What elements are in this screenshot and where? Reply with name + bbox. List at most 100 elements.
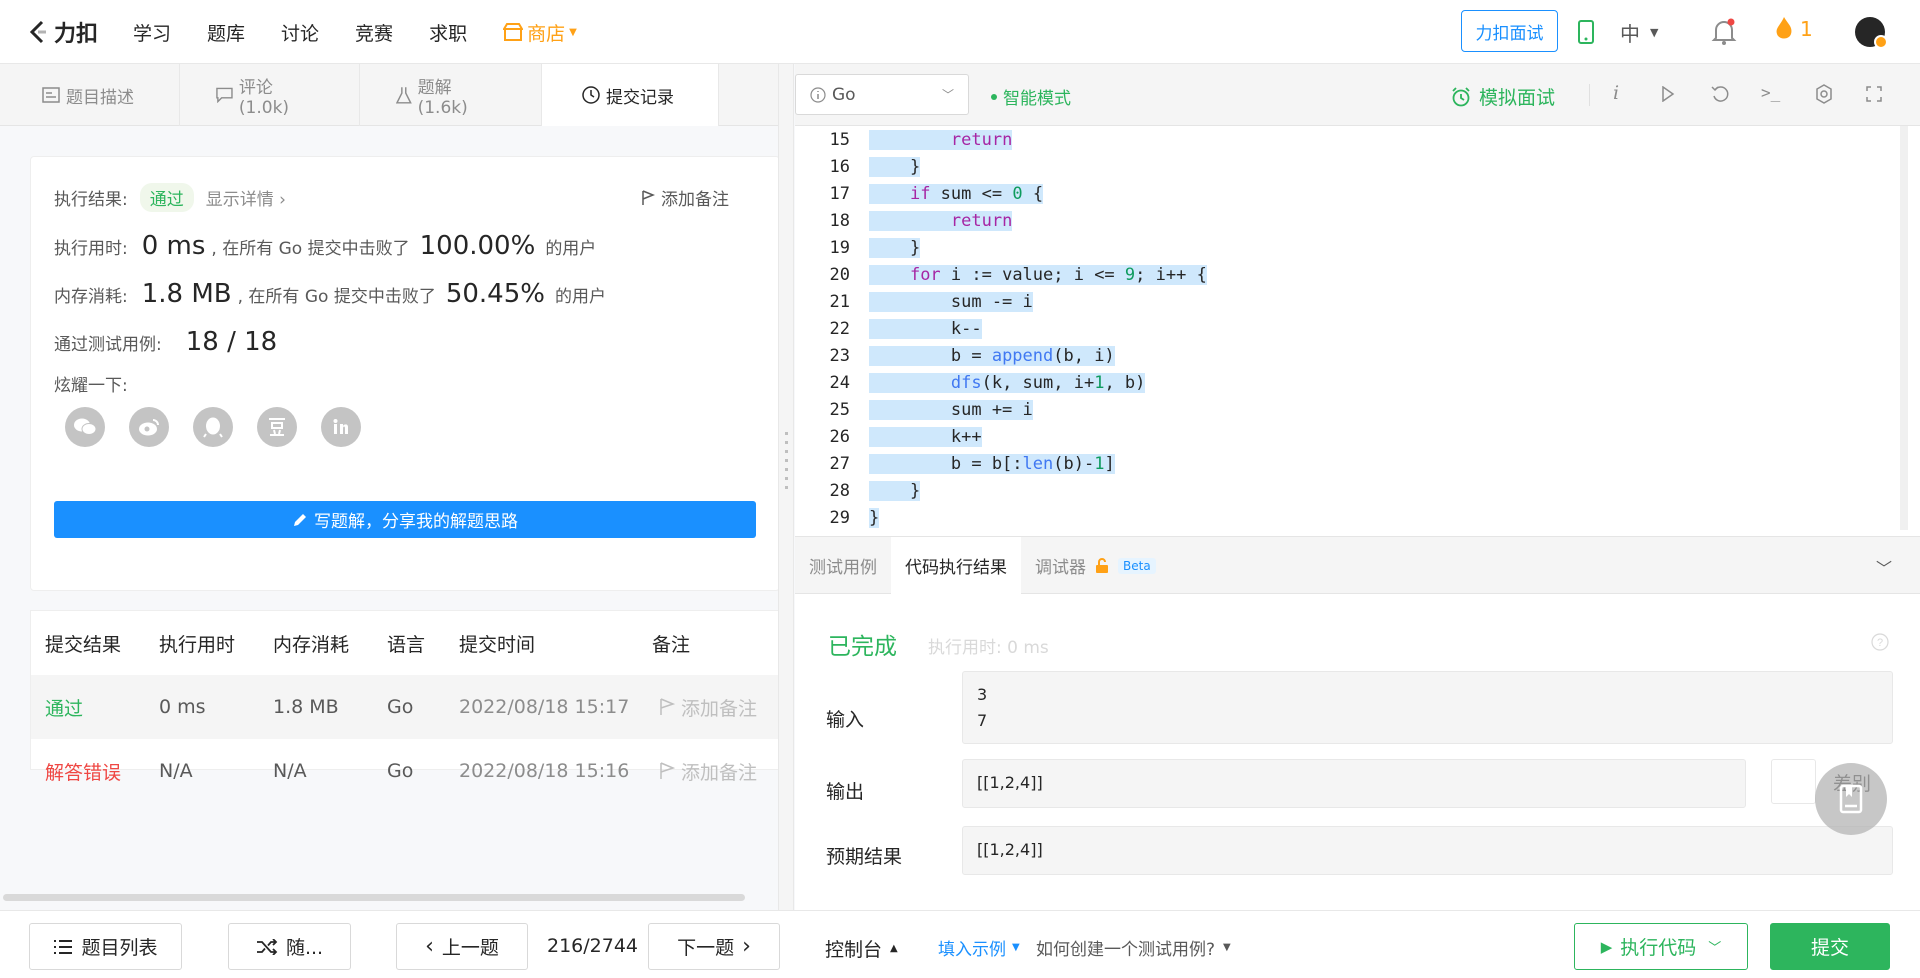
row-add-note[interactable]: 添加备注	[659, 758, 757, 785]
terminal-icon[interactable]: >_	[1761, 83, 1780, 102]
how-to-create-testcase[interactable]: 如何创建一个测试用例? ▼	[1036, 935, 1231, 960]
logo[interactable]: 力扣	[28, 16, 98, 48]
smart-mode-toggle[interactable]: 智能模式	[991, 84, 1071, 109]
qq-icon[interactable]	[193, 407, 233, 447]
nav-contest[interactable]: 竞赛	[355, 19, 393, 46]
submissions-table: 提交结果 执行用时 内存消耗 语言 提交时间 备注 通过 0 ms 1.8 MB…	[30, 610, 781, 784]
settings-icon[interactable]	[1814, 84, 1834, 104]
write-solution-label: 写题解，分享我的解题思路	[314, 512, 518, 532]
code-text: }	[869, 237, 921, 258]
nav-problemset[interactable]: 题库	[207, 19, 245, 46]
douban-icon[interactable]	[257, 407, 297, 447]
reset-icon[interactable]	[1711, 85, 1729, 103]
time-users: 的用户	[545, 239, 597, 259]
avatar[interactable]	[1855, 17, 1888, 49]
code-text: }	[869, 480, 921, 501]
play-icon[interactable]	[1661, 86, 1675, 102]
problem-list-label: 题目列表	[81, 937, 158, 959]
next-problem-button[interactable]: 下一题 ›	[648, 923, 780, 970]
code-text: b = append(b, i)	[869, 345, 1115, 366]
bell-icon[interactable]	[1711, 18, 1737, 46]
nav-shop[interactable]: 商店 ▼	[503, 19, 577, 46]
nav-jobs[interactable]: 求职	[429, 19, 467, 46]
expected-value: [[1,2,4]]	[962, 826, 1893, 875]
flag-icon	[660, 698, 675, 715]
run-code-button[interactable]: ▶ 执行代码 ﹀	[1574, 923, 1748, 970]
prev-problem-button[interactable]: ‹ 上一题	[396, 923, 528, 970]
left-tabs: 题目描述 评论 (1.0k) 题解 (1.6k) 提交记录	[0, 64, 790, 126]
code-text: if sum <= 0 {	[869, 183, 1044, 204]
run-code-label: 执行代码	[1620, 937, 1697, 959]
status-row: 执行结果: 通过 显示详情 ›	[54, 183, 286, 212]
line-number: 27	[829, 453, 850, 474]
fill-example-button[interactable]: 填入示例 ▼	[938, 935, 1020, 960]
line-number: 25	[829, 399, 850, 420]
tab-debugger-label: 调试器	[1035, 558, 1086, 578]
line-number: 29	[829, 507, 850, 528]
time-percentile: 100.00%	[419, 231, 536, 261]
header-time: 执行用时	[159, 633, 236, 656]
status-badge: 通过	[139, 183, 194, 212]
problem-list-button[interactable]: 题目列表	[29, 923, 182, 970]
collapse-chevron-icon[interactable]: ﹀	[1876, 555, 1892, 579]
tab-testcase[interactable]: 测试用例	[795, 537, 891, 594]
info-italic-icon[interactable]: i	[1613, 82, 1619, 104]
chevron-left-icon: ‹	[425, 934, 434, 959]
tab-comments[interactable]: 评论 (1.0k)	[180, 64, 360, 126]
add-note-button[interactable]: 添加备注	[641, 185, 729, 210]
logo-text: 力扣	[54, 22, 99, 47]
tab-solutions[interactable]: 题解 (1.6k)	[360, 64, 542, 126]
wechat-icon[interactable]	[65, 407, 105, 447]
right-pane: Go ﹀ 智能模式 模拟面试 i >_ 15 return 16 } 17 if…	[795, 64, 1920, 910]
description-icon	[42, 87, 60, 103]
console-toggle[interactable]: 控制台 ▲	[825, 935, 898, 962]
code-editor[interactable]: 15 return 16 } 17 if sum <= 0 { 18 retur…	[795, 126, 1920, 531]
random-problem-button[interactable]: 随...	[228, 923, 351, 970]
diff-toggle[interactable]	[1771, 759, 1816, 804]
cases-row: 通过测试用例: 18 / 18	[54, 327, 283, 357]
streak[interactable]: 1	[1774, 16, 1813, 42]
header-memory: 内存消耗	[273, 633, 350, 656]
notebook-icon	[1839, 784, 1863, 814]
language-switch[interactable]: 中 ▼	[1620, 18, 1658, 47]
caret-up-icon: ▲	[890, 943, 898, 954]
fullscreen-icon[interactable]	[1866, 86, 1882, 102]
row-result[interactable]: 通过	[45, 694, 83, 721]
tab-description[interactable]: 题目描述	[0, 64, 180, 126]
nav-study[interactable]: 学习	[133, 19, 171, 46]
pane-splitter[interactable]	[778, 64, 794, 910]
run-tabs: 测试用例 代码执行结果 调试器 Beta ﹀	[795, 537, 1920, 594]
share-label-row: 炫耀一下:	[54, 371, 128, 396]
tab-submissions[interactable]: 提交记录	[542, 64, 719, 126]
row-language: Go	[387, 696, 414, 718]
code-text: b = b[:len(b)-1]	[869, 453, 1115, 474]
input-label: 输入	[826, 709, 865, 731]
header-language: 语言	[387, 633, 426, 656]
tab-solutions-label: 题解 (1.6k)	[417, 77, 468, 118]
submit-button[interactable]: 提交	[1770, 923, 1890, 970]
show-details-link[interactable]: 显示详情 ›	[206, 185, 286, 210]
tab-debugger[interactable]: 调试器 Beta	[1021, 537, 1170, 594]
prev-label: 上一题	[441, 937, 499, 959]
linkedin-icon[interactable]	[321, 407, 361, 447]
fire-icon	[1776, 17, 1792, 39]
flag-icon	[642, 189, 655, 205]
language-select[interactable]: Go ﹀	[795, 74, 969, 115]
mock-interview-button[interactable]: 模拟面试	[1451, 83, 1555, 110]
table-row[interactable]: 解答错误 N/A N/A Go 2022/08/18 15:16 添加备注	[31, 739, 781, 803]
line-number: 19	[829, 237, 850, 258]
floating-notebook-button[interactable]	[1815, 763, 1887, 835]
tab-run-result[interactable]: 代码执行结果	[891, 537, 1021, 594]
table-row[interactable]: 通过 0 ms 1.8 MB Go 2022/08/18 15:17 添加备注	[31, 675, 781, 739]
editor-scrollbar[interactable]	[1900, 126, 1908, 530]
weibo-icon[interactable]	[129, 407, 169, 447]
mobile-icon[interactable]	[1578, 20, 1594, 44]
write-solution-button[interactable]: 写题解，分享我的解题思路	[54, 501, 756, 538]
row-result[interactable]: 解答错误	[45, 758, 121, 785]
row-add-note[interactable]: 添加备注	[659, 694, 757, 721]
horizontal-scrollbar[interactable]	[3, 894, 745, 901]
nav-discuss[interactable]: 讨论	[281, 19, 319, 46]
time-row: 执行用时: 0 ms , 在所有 Go 提交中击败了 100.00% 的用户	[54, 231, 596, 261]
help-icon[interactable]: ?	[1871, 633, 1889, 651]
interview-button[interactable]: 力扣面试	[1461, 10, 1558, 52]
